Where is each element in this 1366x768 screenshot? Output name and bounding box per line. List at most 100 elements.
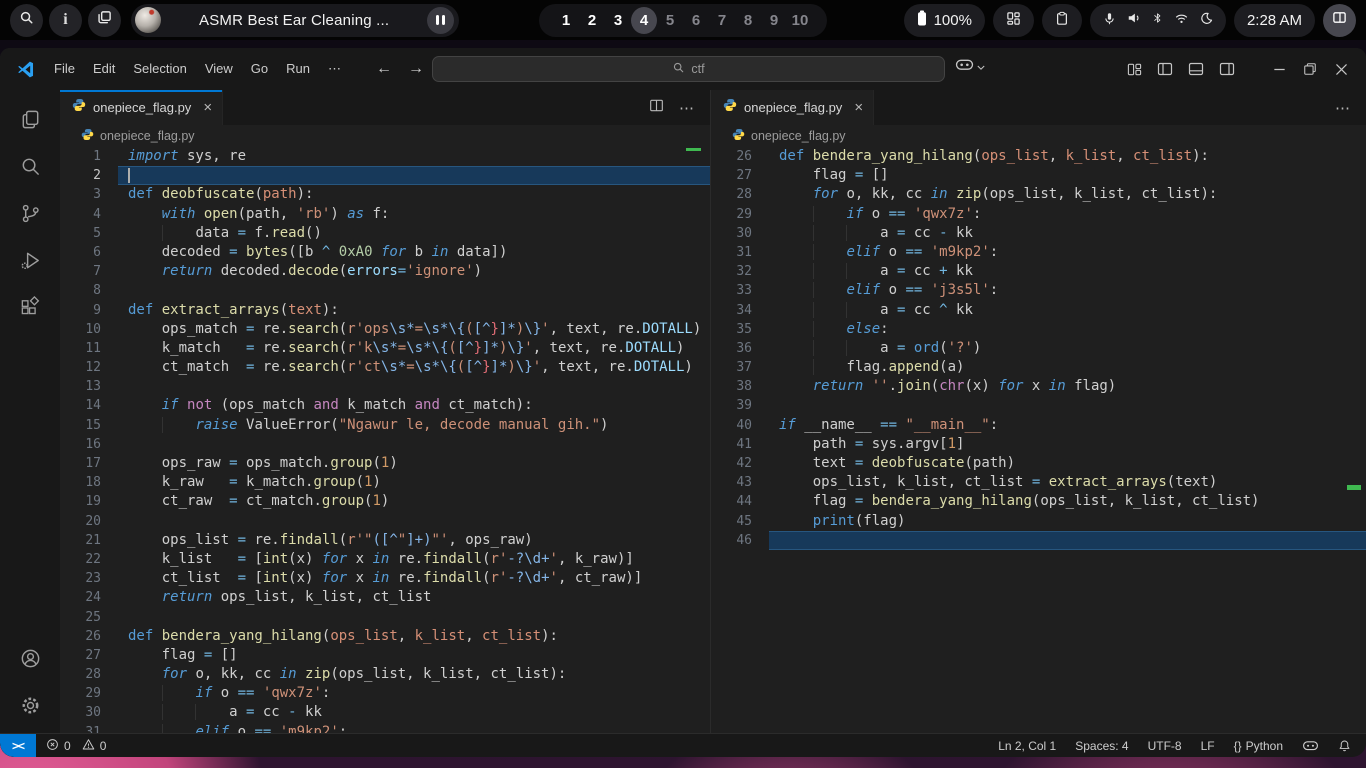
line-number[interactable]: 3 <box>60 185 118 204</box>
code-line[interactable]: 39 <box>711 396 1366 415</box>
code-line[interactable]: 1import sys, re <box>60 147 710 166</box>
code-line[interactable]: 45 print(flag) <box>711 512 1366 531</box>
line-number[interactable]: 43 <box>711 473 769 492</box>
line-number[interactable]: 41 <box>711 435 769 454</box>
workspace-1[interactable]: 1 <box>553 7 579 34</box>
toggle-primary-sidebar-button[interactable] <box>1156 60 1174 78</box>
line-number[interactable]: 25 <box>60 608 118 627</box>
line-number[interactable]: 4 <box>60 205 118 224</box>
code-line[interactable]: 24 return ops_list, k_list, ct_list <box>60 588 710 607</box>
code-line[interactable]: 46 <box>711 531 1366 550</box>
settings-button[interactable] <box>6 684 54 731</box>
close-icon[interactable]: × <box>203 100 212 115</box>
code-line[interactable]: 26def bendera_yang_hilang(ops_list, k_li… <box>711 147 1366 166</box>
code-line[interactable]: 27 flag = [] <box>711 166 1366 185</box>
workspace-5[interactable]: 5 <box>657 7 683 34</box>
breadcrumb-item[interactable]: onepiece_flag.py <box>751 129 846 143</box>
line-number[interactable]: 38 <box>711 377 769 396</box>
code-line[interactable]: 31 elif o == 'm9kp2': <box>711 243 1366 262</box>
code-line[interactable]: 34 a = cc ^ kk <box>711 301 1366 320</box>
line-number[interactable]: 26 <box>711 147 769 166</box>
workspace-4[interactable]: 4 <box>631 7 657 34</box>
code-line[interactable]: 14 if not (ops_match and k_match and ct_… <box>60 396 710 415</box>
code-line[interactable]: 36 a = ord('?') <box>711 339 1366 358</box>
code-line[interactable]: 29 if o == 'qwx7z': <box>60 684 710 703</box>
breadcrumb[interactable]: onepiece_flag.py <box>60 125 710 147</box>
line-number[interactable]: 27 <box>711 166 769 185</box>
menu-edit[interactable]: Edit <box>84 61 124 76</box>
info-button[interactable]: i <box>49 4 82 37</box>
remote-indicator[interactable]: >< <box>0 734 36 757</box>
launcher-search-button[interactable] <box>10 4 43 37</box>
code-line[interactable]: 31 elif o == 'm9kp2': <box>60 723 710 733</box>
copilot-status-button[interactable] <box>1302 739 1319 752</box>
code-line[interactable]: 7 return decoded.decode(errors='ignore') <box>60 262 710 281</box>
toggle-secondary-sidebar-button[interactable] <box>1218 60 1236 78</box>
line-number[interactable]: 42 <box>711 454 769 473</box>
code-line[interactable]: 38 return ''.join(chr(x) for x in flag) <box>711 377 1366 396</box>
code-line[interactable]: 13 <box>60 377 710 396</box>
code-line[interactable]: 19 ct_raw = ct_match.group(1) <box>60 492 710 511</box>
code-line[interactable]: 37 flag.append(a) <box>711 358 1366 377</box>
code-line[interactable]: 40if __name__ == "__main__": <box>711 416 1366 435</box>
line-number[interactable]: 28 <box>60 665 118 684</box>
menu-selection[interactable]: Selection <box>124 61 195 76</box>
more-actions-icon[interactable]: ⋯ <box>1335 99 1351 117</box>
line-number[interactable]: 30 <box>711 224 769 243</box>
media-player-widget[interactable]: ASMR Best Ear Cleaning ... <box>131 4 459 37</box>
sidebar-item-run-debug[interactable] <box>6 239 54 286</box>
code-line[interactable]: 35 else: <box>711 320 1366 339</box>
code-line[interactable]: 2 <box>60 166 710 185</box>
code-line[interactable]: 42 text = deobfuscate(path) <box>711 454 1366 473</box>
error-count[interactable]: 0 <box>64 739 71 753</box>
line-number[interactable]: 31 <box>711 243 769 262</box>
code-line[interactable]: 25 <box>60 608 710 627</box>
code-line[interactable]: 30 a = cc - kk <box>711 224 1366 243</box>
menu-view[interactable]: View <box>196 61 242 76</box>
toggle-panel-button[interactable] <box>1187 60 1205 78</box>
workspace-2[interactable]: 2 <box>579 7 605 34</box>
line-number[interactable]: 36 <box>711 339 769 358</box>
code-line[interactable]: 28 for o, kk, cc in zip(ops_list, k_list… <box>711 185 1366 204</box>
code-line[interactable]: 30 a = cc - kk <box>60 703 710 722</box>
code-line[interactable]: 21 ops_list = re.findall(r'"([^"]+)"', o… <box>60 531 710 550</box>
line-number[interactable]: 28 <box>711 185 769 204</box>
sidebar-item-extensions[interactable] <box>6 286 54 333</box>
line-number[interactable]: 11 <box>60 339 118 358</box>
battery-indicator[interactable]: 100% <box>904 4 985 37</box>
workspace-8[interactable]: 8 <box>735 7 761 34</box>
line-number[interactable]: 24 <box>60 588 118 607</box>
eol-setting[interactable]: LF <box>1201 739 1215 753</box>
copilot-button[interactable] <box>955 57 985 77</box>
tab-onepiece-flag[interactable]: onepiece_flag.py × <box>60 90 223 125</box>
line-number[interactable]: 7 <box>60 262 118 281</box>
line-number[interactable]: 5 <box>60 224 118 243</box>
line-number[interactable]: 26 <box>60 627 118 646</box>
line-number[interactable]: 27 <box>60 646 118 665</box>
close-icon[interactable] <box>1332 60 1350 78</box>
code-line[interactable]: 10 ops_match = re.search(r'ops\s*=\s*\{(… <box>60 320 710 339</box>
pause-button[interactable] <box>427 7 454 34</box>
forward-button[interactable]: → <box>408 60 424 78</box>
sidebar-item-search[interactable] <box>6 145 54 192</box>
code-line[interactable]: 12 ct_match = re.search(r'ct\s*=\s*\{([^… <box>60 358 710 377</box>
menu-go[interactable]: Go <box>242 61 277 76</box>
code-line[interactable]: 20 <box>60 512 710 531</box>
breadcrumb[interactable]: onepiece_flag.py <box>711 125 1366 147</box>
line-number[interactable]: 18 <box>60 473 118 492</box>
line-number[interactable]: 10 <box>60 320 118 339</box>
line-number[interactable]: 23 <box>60 569 118 588</box>
code-line[interactable]: 23 ct_list = [int(x) for x in re.findall… <box>60 569 710 588</box>
code-line[interactable]: 22 k_list = [int(x) for x in re.findall(… <box>60 550 710 569</box>
sidebar-item-explorer[interactable] <box>6 98 54 145</box>
line-number[interactable]: 2 <box>60 166 118 185</box>
back-button[interactable]: ← <box>376 60 392 78</box>
sidebar-item-source-control[interactable] <box>6 192 54 239</box>
line-number[interactable]: 29 <box>60 684 118 703</box>
line-number[interactable]: 45 <box>711 512 769 531</box>
line-number[interactable]: 19 <box>60 492 118 511</box>
line-number[interactable]: 46 <box>711 531 769 550</box>
line-number[interactable]: 13 <box>60 377 118 396</box>
apps-grid-button[interactable] <box>993 4 1034 37</box>
clock[interactable]: 2:28 AM <box>1234 4 1315 37</box>
